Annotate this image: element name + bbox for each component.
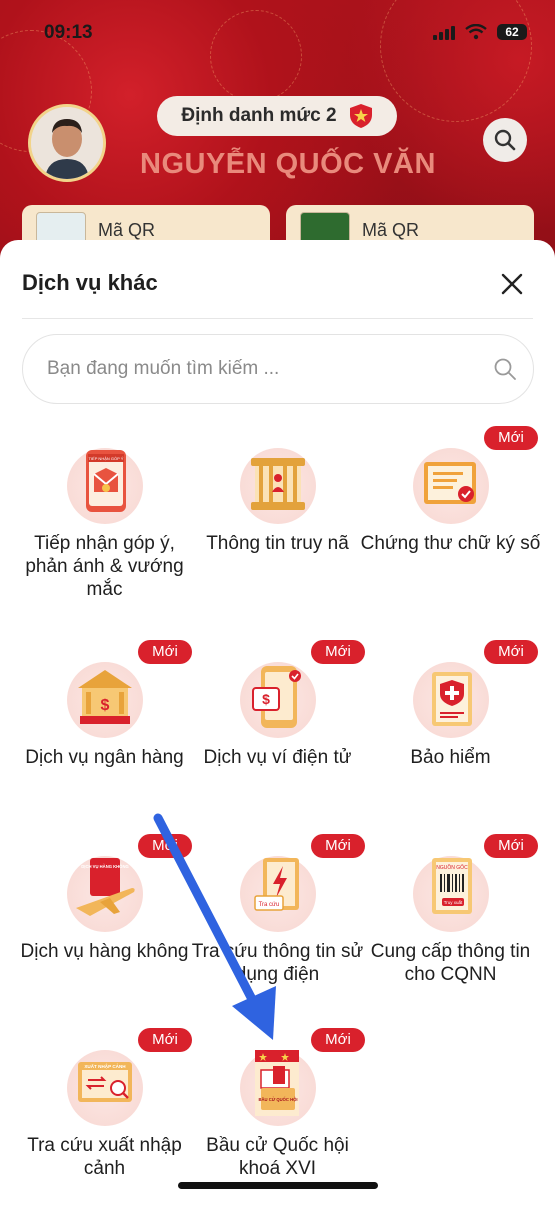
service-label: Dịch vụ ngân hàng — [25, 747, 184, 768]
svg-text:$: $ — [262, 691, 270, 707]
firework-decoration — [380, 0, 532, 122]
service-tile-e-wallet[interactable]: Mới $ Dịch vụ ví điện tử — [185, 640, 370, 840]
shield-star-icon — [349, 104, 372, 128]
e-wallet-icon: $ — [252, 666, 301, 728]
bank-icon: $ — [78, 670, 132, 724]
identity-level-badge[interactable]: Định danh mức 2 — [157, 96, 397, 136]
new-badge: Mới — [484, 640, 538, 664]
other-services-sheet: Dịch vụ khác TIẾP NHẬN GÓP Ý Tiếp nhận g… — [0, 240, 555, 1200]
new-badge: Mới — [311, 1028, 365, 1052]
service-label: Dịch vụ hàng không — [20, 941, 189, 962]
close-icon — [501, 273, 523, 295]
wanted-icon — [251, 458, 305, 510]
qr-card-label: Mã QR — [98, 219, 156, 240]
firework-decoration — [210, 10, 302, 102]
status-icons: 62 — [433, 24, 527, 40]
service-label: Tra cứu thông tin sử dụng điện — [191, 941, 364, 985]
qr-card-label: Mã QR — [362, 219, 420, 240]
insurance-icon — [432, 672, 472, 726]
new-badge: Mới — [138, 1028, 192, 1052]
identity-level-label: Định danh mức 2 — [181, 105, 337, 126]
service-label: Cung cấp thông tin cho CQNN — [370, 941, 531, 985]
close-button[interactable] — [496, 268, 528, 300]
immigration-icon-text: XUẤT NHẬP CẢNH — [84, 1063, 126, 1069]
service-tile-wanted[interactable]: Thông tin truy nã — [185, 436, 370, 626]
service-label: Chứng thư chữ ký số — [360, 533, 541, 554]
service-label: Thông tin truy nã — [206, 533, 349, 554]
feedback-icon: TIẾP NHẬN GÓP Ý — [86, 450, 126, 512]
search-icon[interactable] — [493, 357, 517, 381]
certificate-icon — [424, 462, 476, 504]
header-search-button[interactable] — [483, 118, 527, 162]
service-tile-airline[interactable]: Mới DỊCH VỤ HÀNG KHÔNG Dịch vụ hàng khôn… — [12, 834, 197, 1034]
service-tile-certificate[interactable]: Mới Chứng thư chữ ký số — [358, 426, 543, 626]
home-indicator[interactable] — [178, 1182, 378, 1189]
service-search-box[interactable] — [22, 334, 534, 404]
status-time: 09:13 — [44, 22, 93, 43]
airplane-icon: DỊCH VỤ HÀNG KHÔNG — [76, 858, 135, 916]
service-tile-feedback[interactable]: TIẾP NHẬN GÓP Ý Tiếp nhận góp ý, phản án… — [12, 436, 197, 626]
new-badge: Mới — [484, 426, 538, 450]
new-badge: Mới — [138, 640, 192, 664]
service-label: Tra cứu xuất nhập cảnh — [27, 1135, 182, 1179]
service-label: Tiếp nhận góp ý, phản ánh & vướng mắc — [25, 533, 184, 600]
ballot-icon: BẦU CỬ QUỐC HỘI — [255, 1050, 299, 1116]
divider — [22, 318, 533, 319]
wifi-icon — [465, 24, 487, 40]
new-badge: Mới — [311, 640, 365, 664]
ballot-icon-text: BẦU CỬ QUỐC HỘI — [258, 1097, 297, 1102]
svg-text:$: $ — [101, 697, 110, 714]
electricity-icon: Tra cứu — [254, 858, 299, 911]
service-label: Dịch vụ ví điện tử — [203, 747, 352, 768]
barcode-bottom-text: Truy xuất — [444, 900, 463, 905]
service-label: Bảo hiểm — [410, 747, 491, 768]
service-label: Bầu cử Quốc hội khoá XVI — [206, 1135, 349, 1179]
service-tile-electricity[interactable]: Mới Tra cứu Tra cứu thông tin sử dụng đi… — [185, 834, 370, 1034]
user-avatar[interactable] — [28, 104, 106, 182]
avatar-portrait-icon — [31, 107, 103, 179]
cellular-signal-icon — [433, 24, 455, 40]
airline-icon-text: DỊCH VỤ HÀNG KHÔNG — [81, 864, 128, 869]
user-name: NGUYỄN QUỐC VĂN — [140, 148, 436, 180]
electricity-icon-text: Tra cứu — [259, 902, 280, 908]
service-search-input[interactable] — [45, 357, 493, 381]
search-icon — [494, 129, 516, 151]
new-badge: Mới — [138, 834, 192, 858]
service-tile-provide-info[interactable]: Mới NGUỒN GỐC Truy xuất Cung cấp thông t… — [358, 834, 543, 1034]
new-badge: Mới — [311, 834, 365, 858]
barcode-top-text: NGUỒN GỐC — [436, 864, 468, 871]
sheet-title: Dịch vụ khác — [22, 270, 158, 295]
service-tile-bank[interactable]: Mới $ Dịch vụ ngân hàng — [12, 640, 197, 840]
battery-icon: 62 — [497, 24, 527, 40]
immigration-icon: XUẤT NHẬP CẢNH — [78, 1062, 132, 1102]
barcode-icon: NGUỒN GỐC Truy xuất — [432, 858, 472, 914]
service-tile-insurance[interactable]: Mới Bảo hiểm — [358, 640, 543, 840]
new-badge: Mới — [484, 834, 538, 858]
feedback-icon-text: TIẾP NHẬN GÓP Ý — [89, 456, 124, 461]
